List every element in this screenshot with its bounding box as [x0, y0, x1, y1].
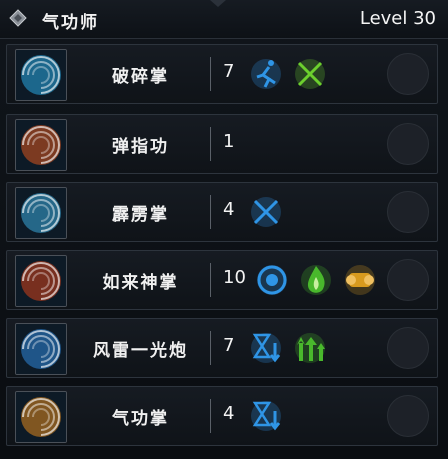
skill-row[interactable]: 霹雳掌 4	[6, 182, 438, 242]
wind-thunder-cannon-icon[interactable]	[15, 323, 67, 375]
diamond-gem-icon	[9, 9, 27, 27]
hourglass-down-icon[interactable]	[247, 329, 285, 367]
empty-slot[interactable]	[387, 191, 429, 233]
buddha-palm-icon[interactable]	[15, 255, 67, 307]
skill-rank: 7	[223, 61, 235, 82]
empty-slot[interactable]	[387, 395, 429, 437]
skill-name: 风雷一光炮	[93, 341, 188, 361]
empty-slot[interactable]	[387, 53, 429, 95]
shattering-palm-icon[interactable]	[15, 49, 67, 101]
skill-rank: 10	[223, 267, 246, 288]
panel-header: 气功师 Level 30	[0, 0, 448, 39]
qigong-palm-icon[interactable]	[15, 391, 67, 443]
vortex-orb-icon[interactable]	[253, 261, 291, 299]
level-label: Level 30	[359, 8, 436, 29]
crossed-swords-icon[interactable]	[247, 193, 285, 231]
skill-row[interactable]: 气功掌 4	[6, 386, 438, 446]
row-divider	[210, 263, 211, 297]
row-divider	[210, 195, 211, 229]
gold-scroll-icon[interactable]	[341, 261, 379, 299]
thunder-palm-icon[interactable]	[15, 187, 67, 239]
running-figure-icon[interactable]	[247, 55, 285, 93]
empty-slot[interactable]	[387, 123, 429, 165]
skill-name: 气功掌	[112, 409, 169, 429]
empty-slot[interactable]	[387, 259, 429, 301]
skill-row[interactable]: 弹指功 1	[6, 114, 438, 174]
skill-row[interactable]: 如来神掌 10	[6, 250, 438, 310]
skill-row[interactable]: 风雷一光炮 7	[6, 318, 438, 378]
skill-rank: 1	[223, 131, 235, 152]
hourglass-down-icon[interactable]	[247, 397, 285, 435]
row-divider	[210, 399, 211, 433]
skill-rank: 4	[223, 199, 235, 220]
skill-name: 破碎掌	[112, 67, 169, 87]
row-divider	[210, 331, 211, 365]
skill-name: 弹指功	[112, 137, 169, 157]
empty-slot[interactable]	[387, 327, 429, 369]
skill-name: 如来神掌	[102, 273, 179, 293]
stat-up-arrows-icon[interactable]	[291, 329, 329, 367]
skill-rank: 7	[223, 335, 235, 356]
flick-strike-icon[interactable]	[15, 119, 67, 171]
row-divider	[210, 127, 211, 161]
green-flame-icon[interactable]	[297, 261, 335, 299]
skill-row[interactable]: 破碎掌 7	[6, 44, 438, 104]
skill-name: 霹雳掌	[112, 205, 169, 225]
skill-panel: 气功师 Level 30 破碎掌 7 弹指功 1 霹雳掌 4 如来神掌 10 风雷一光炮 7 气功掌…	[0, 0, 448, 459]
class-title: 气功师	[42, 13, 99, 33]
skill-rank: 4	[223, 403, 235, 424]
crossed-swords-icon[interactable]	[291, 55, 329, 93]
header-notch	[210, 0, 226, 7]
row-divider	[210, 57, 211, 91]
